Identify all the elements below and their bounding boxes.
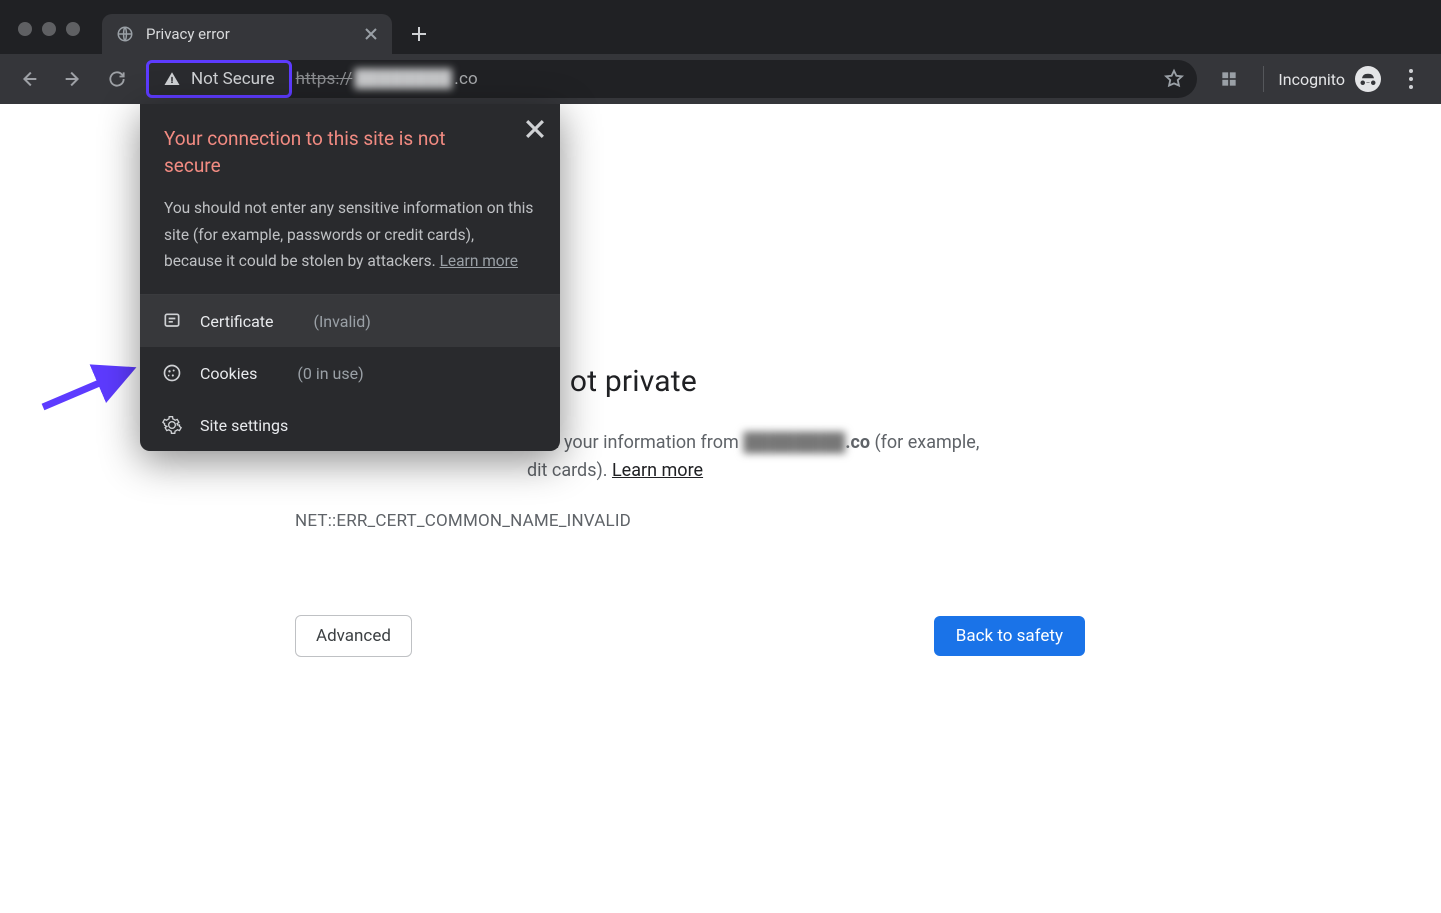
extension-icon[interactable] bbox=[1219, 69, 1239, 89]
site-security-popover: Your connection to this site is not secu… bbox=[140, 104, 560, 451]
learn-more-link[interactable]: Learn more bbox=[612, 460, 703, 481]
cookie-icon bbox=[162, 363, 182, 383]
security-chip-label: Not Secure bbox=[191, 69, 275, 89]
url-text: https:// ████████ .co bbox=[296, 69, 478, 89]
popover-learn-more-link[interactable]: Learn more bbox=[440, 252, 518, 270]
forward-button[interactable] bbox=[54, 60, 92, 98]
popover-title: Your connection to this site is not secu… bbox=[164, 126, 494, 179]
advanced-button[interactable]: Advanced bbox=[295, 615, 412, 657]
bookmark-star-icon[interactable] bbox=[1163, 68, 1185, 90]
window-minimize-button[interactable] bbox=[42, 22, 56, 36]
incognito-indicator[interactable]: Incognito bbox=[1278, 66, 1381, 92]
gear-icon bbox=[162, 415, 182, 435]
cookies-count: (0 in use) bbox=[297, 364, 363, 383]
tab-title: Privacy error bbox=[146, 25, 230, 43]
site-settings-row[interactable]: Site settings bbox=[140, 399, 560, 451]
chrome-menu-button[interactable] bbox=[1397, 69, 1425, 89]
popover-close-icon[interactable] bbox=[524, 118, 546, 140]
certificate-status: (Invalid) bbox=[313, 312, 370, 331]
page-content: Your connection is not private Attackers… bbox=[0, 104, 1441, 913]
window-controls bbox=[0, 22, 80, 54]
browser-toolbar: Not Secure https:// ████████ .co Incogni… bbox=[0, 54, 1441, 104]
address-bar[interactable]: Not Secure https:// ████████ .co bbox=[148, 60, 1197, 98]
url-host-redacted: ████████ bbox=[352, 69, 454, 89]
cookies-row[interactable]: Cookies (0 in use) bbox=[140, 347, 560, 399]
security-chip[interactable]: Not Secure bbox=[146, 60, 292, 98]
close-tab-icon[interactable] bbox=[364, 27, 378, 41]
error-code: NET::ERR_CERT_COMMON_NAME_INVALID bbox=[295, 511, 1085, 531]
new-tab-button[interactable] bbox=[402, 17, 436, 51]
toolbar-separator bbox=[1263, 66, 1264, 92]
url-suffix: .co bbox=[454, 69, 478, 89]
back-button[interactable] bbox=[10, 60, 48, 98]
site-settings-label: Site settings bbox=[200, 416, 288, 435]
reload-button[interactable] bbox=[98, 60, 136, 98]
certificate-icon bbox=[162, 311, 182, 331]
browser-tab[interactable]: Privacy error bbox=[102, 14, 392, 54]
certificate-label: Certificate bbox=[200, 312, 274, 331]
warning-icon bbox=[163, 70, 181, 88]
annotation-arrow bbox=[38, 362, 138, 412]
certificate-row[interactable]: Certificate (Invalid) bbox=[140, 295, 560, 347]
tab-strip: Privacy error bbox=[102, 0, 436, 54]
url-protocol: https:// bbox=[296, 69, 353, 89]
globe-icon bbox=[116, 25, 134, 43]
window-maximize-button[interactable] bbox=[66, 22, 80, 36]
popover-description: You should not enter any sensitive infor… bbox=[164, 195, 536, 274]
cookies-label: Cookies bbox=[200, 364, 257, 383]
incognito-icon bbox=[1355, 66, 1381, 92]
window-titlebar: Privacy error bbox=[0, 0, 1441, 54]
back-to-safety-button[interactable]: Back to safety bbox=[934, 616, 1085, 656]
window-close-button[interactable] bbox=[18, 22, 32, 36]
incognito-label: Incognito bbox=[1278, 70, 1345, 89]
